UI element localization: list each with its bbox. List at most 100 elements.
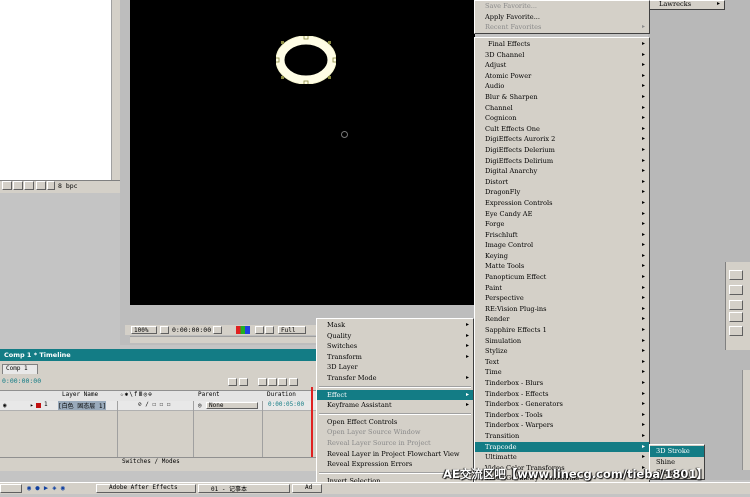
menu-item-open-layer-source[interactable]: Open Layer Source Window — [317, 427, 473, 438]
menu-item-effect-category[interactable]: Paint ▸ — [475, 283, 649, 294]
menu-item-effect-category[interactable]: 3D Channel ▸ — [475, 50, 649, 61]
menu-item-effect-category[interactable]: Matte Tools ▸ — [475, 261, 649, 272]
layer-name[interactable]: [白色 固态层 1] — [58, 401, 107, 410]
menu-item-3d-layer[interactable]: 3D Layer — [317, 362, 473, 373]
timeline-titlebar[interactable]: Comp 1 * Timeline — [0, 349, 316, 361]
menu-item-effect-category[interactable]: Render ▸ — [475, 314, 649, 325]
menu-item-effect-category[interactable]: RE:Vision Plug-ins ▸ — [475, 304, 649, 315]
menu-item-effect-category[interactable]: Adjust ▸ — [475, 60, 649, 71]
tool-icon-2[interactable] — [729, 285, 743, 295]
menu-item-effect-category[interactable]: Tinderbox - Warpers ▸ — [475, 420, 649, 431]
taskbar-task-after-effects[interactable]: Adobe After Effects — [96, 484, 196, 493]
start-button[interactable] — [0, 484, 22, 493]
layer-switches[interactable]: ⊘ ∕ ☐ ☐ ☐ — [138, 401, 171, 408]
menu-item-transfer-mode[interactable]: Transfer Mode ▸ — [317, 373, 473, 384]
menu-item-effect-category[interactable]: Eye Candy AE ▸ — [475, 209, 649, 220]
menu-item-recent-favorites[interactable]: Recent Favorites ▸ — [475, 22, 649, 33]
frame-blend-icon[interactable] — [268, 378, 277, 386]
channels-icon[interactable] — [236, 326, 250, 334]
menu-item-effect-category[interactable]: Sapphire Effects 1 ▸ — [475, 325, 649, 336]
menu-item-open-effect-controls[interactable]: Open Effect Controls — [317, 417, 473, 428]
col-duration[interactable]: Duration — [267, 391, 296, 398]
menu-item-apply-favorite[interactable]: Apply Favorite... — [475, 12, 649, 23]
menu-item-effect-category[interactable]: Tinderbox - Effects ▸ — [475, 389, 649, 400]
project-folder-icon[interactable] — [13, 181, 23, 190]
roi-icon[interactable] — [255, 326, 264, 334]
layer-color-label[interactable] — [36, 403, 41, 408]
project-trash-icon[interactable] — [36, 181, 46, 190]
menu-item-effect-category[interactable]: Blur & Sharpen ▸ — [475, 92, 649, 103]
col-layer-name[interactable]: Layer Name — [62, 391, 98, 398]
menu-item-effect-category[interactable]: DragonFly ▸ — [475, 187, 649, 198]
snapshot-show-icon[interactable] — [213, 326, 222, 334]
viewer-hscrollbar[interactable] — [130, 336, 320, 343]
motion-blur-icon[interactable] — [278, 378, 287, 386]
menu-item-effect-category[interactable]: Text ▸ — [475, 357, 649, 368]
menu-item-reveal-in-flowchart[interactable]: Reveal Layer in Project Flowchart View — [317, 449, 473, 460]
resolution-dropdown[interactable]: Full — [278, 326, 306, 334]
project-new-comp-icon[interactable] — [24, 181, 34, 190]
eye-icon[interactable]: ◉ — [3, 402, 7, 409]
menu-item-effect-category[interactable]: Expression Controls ▸ — [475, 198, 649, 209]
menu-item-effect-category[interactable]: Cognicon ▸ — [475, 113, 649, 124]
transparency-grid-icon[interactable] — [265, 326, 274, 334]
project-settings-icon[interactable] — [47, 181, 55, 190]
bit-depth-label[interactable]: 8 bpc — [58, 182, 78, 190]
menu-item-effect-category[interactable]: Digital Anarchy ▸ — [475, 166, 649, 177]
col-parent[interactable]: Parent — [198, 391, 220, 398]
menu-item-mask[interactable]: Mask ▸ — [317, 320, 473, 331]
menu-item-effect-category[interactable]: Final Effects ▸ — [475, 39, 649, 50]
parent-pickwhip-icon[interactable]: ◎ — [198, 402, 202, 409]
menu-item-effect-category[interactable]: Perspective ▸ — [475, 293, 649, 304]
parent-dropdown[interactable]: None — [206, 402, 258, 409]
shy-layers-icon[interactable] — [258, 378, 267, 386]
menu-item-effect-category[interactable]: Distort ▸ — [475, 177, 649, 188]
menu-item-effect-category[interactable]: Keying ▸ — [475, 251, 649, 262]
menu-item-effect-category[interactable]: DigiEffects Delirium ▸ — [475, 156, 649, 167]
anchor-point-icon[interactable] — [341, 131, 348, 138]
menu-item-effect-category[interactable]: Time ▸ — [475, 367, 649, 378]
menu-item-effect-category[interactable]: Cult Effects One ▸ — [475, 124, 649, 135]
menu-item-reveal-layer-source[interactable]: Reveal Layer Source in Project — [317, 438, 473, 449]
menu-item-effect-category[interactable]: Ultimatte ▸ — [475, 452, 649, 463]
menu-item-effect-category[interactable]: Tinderbox - Blurs ▸ — [475, 378, 649, 389]
menu-item-lawrecks[interactable]: Lawrecks ▸ — [649, 1, 724, 9]
timeline-tab-comp1[interactable]: Comp 1 — [2, 364, 38, 374]
timeline-timecode[interactable]: 0:00:00:00 — [2, 377, 41, 385]
project-panel-scrollbar[interactable] — [111, 0, 120, 180]
menu-item-effect-category[interactable]: DigiEffects Aurorix 2 ▸ — [475, 134, 649, 145]
tool-icon-1[interactable] — [729, 270, 743, 280]
viewer-timecode[interactable]: 0:00:00:00 — [172, 326, 211, 334]
menu-item-effect-category[interactable]: Trapcode ▸ — [475, 441, 649, 453]
menu-item-effect-category[interactable]: Stylize ▸ — [475, 346, 649, 357]
menu-item-effect-category[interactable]: DigiEffects Delerium ▸ — [475, 145, 649, 156]
quicklaunch-icons[interactable]: ◉ ● ▶ ◈ ◉ — [27, 484, 65, 492]
taskbar-task-3[interactable]: Ad — [292, 484, 322, 493]
tool-icon-3[interactable] — [729, 300, 743, 310]
current-time-indicator[interactable] — [311, 387, 313, 467]
menu-item-effect-category[interactable]: Tinderbox - Generators ▸ — [475, 399, 649, 410]
menu-item-effect-category[interactable]: Atomic Power ▸ — [475, 71, 649, 82]
draft-3d-icon[interactable] — [239, 378, 248, 386]
menu-item-transform[interactable]: Transform ▸ — [317, 352, 473, 363]
taskbar-task-notepad[interactable]: 01 - 记事本 — [198, 484, 290, 493]
project-flowchart-icon[interactable] — [2, 181, 12, 190]
graph-icon[interactable] — [289, 378, 298, 386]
ring-shape[interactable] — [274, 34, 338, 86]
menu-item-effect-category[interactable]: Audio ▸ — [475, 81, 649, 92]
zoom-dropdown[interactable]: 100% — [131, 326, 157, 334]
menu-item-effect-category[interactable]: Simulation ▸ — [475, 336, 649, 347]
right-scrollbar[interactable] — [742, 370, 750, 470]
menu-item-effect-category[interactable]: Transition ▸ — [475, 431, 649, 442]
menu-item-3d-stroke[interactable]: 3D Stroke — [650, 446, 704, 457]
menu-item-effect-category[interactable]: Frischluft ▸ — [475, 230, 649, 241]
menu-item-effect-category[interactable]: Panopticum Effect ▸ — [475, 272, 649, 283]
switches-modes-toggle[interactable]: Switches / Modes — [122, 458, 180, 465]
menu-item-effect-category[interactable]: Channel ▸ — [475, 103, 649, 114]
snapshot-icon[interactable] — [160, 326, 169, 334]
menu-item-save-favorite[interactable]: Save Favorite... — [475, 1, 649, 12]
menu-item-effect-category[interactable]: Tinderbox - Tools ▸ — [475, 410, 649, 421]
menu-item-quality[interactable]: Quality ▸ — [317, 331, 473, 342]
menu-item-keyframe-assistant[interactable]: Keyframe Assistant ▸ — [317, 400, 473, 411]
menu-item-effect-category[interactable]: Image Control ▸ — [475, 240, 649, 251]
